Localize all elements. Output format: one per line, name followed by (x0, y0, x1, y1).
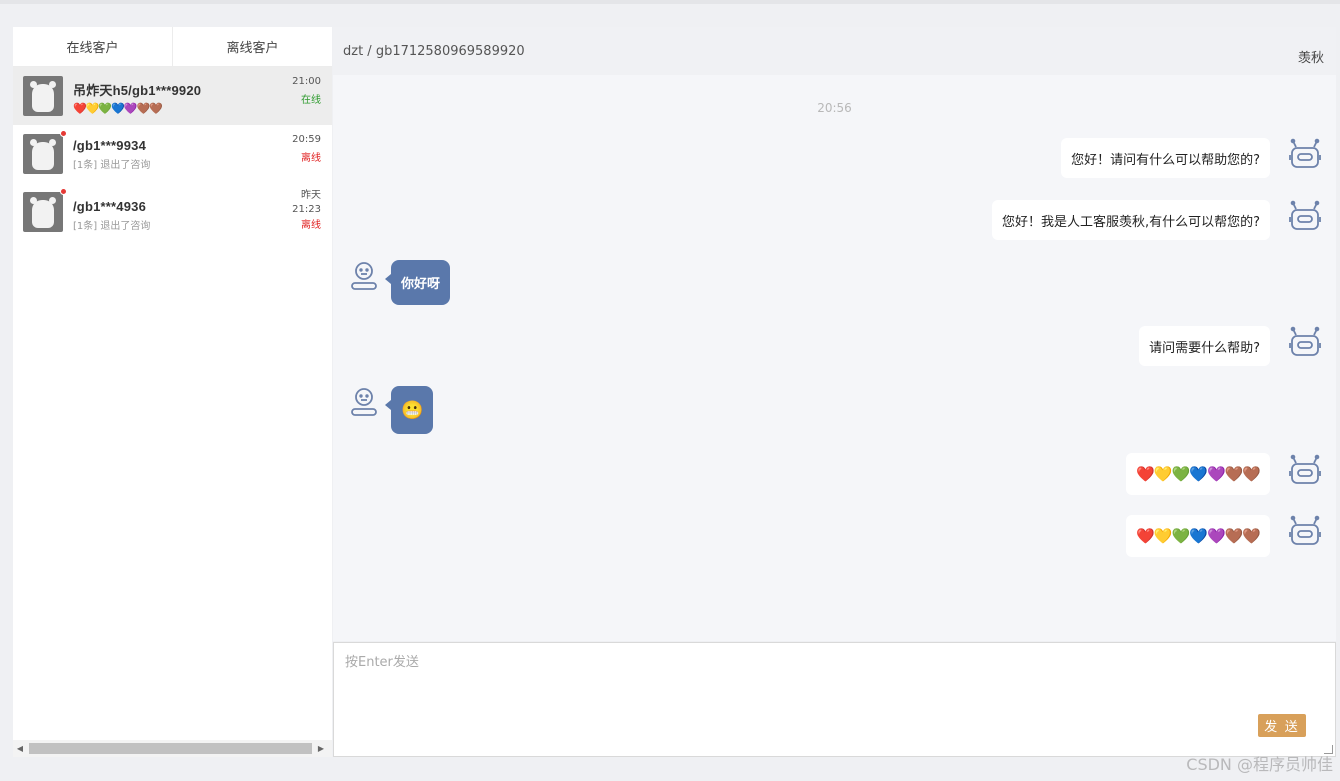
robot-icon (1289, 454, 1321, 484)
customer-list: 吊炸天h5/gb1***9920 ❤️💛💚💙💜🤎🤎 21:00 在线 /gb1*… (13, 67, 332, 257)
status-badge: 在线 (301, 95, 321, 106)
customer-item[interactable]: /gb1***9934 [1条] 退出了咨询 20:59 离线 (13, 125, 332, 183)
last-message-time: 20:59 (292, 134, 321, 145)
customer-name: /gb1***4936 (73, 199, 147, 214)
last-message-time: 21:00 (292, 76, 321, 87)
tab-online-customers[interactable]: 在线客户 (13, 27, 172, 66)
message-input-area: 发 送 (333, 642, 1336, 757)
chat-title: dzt / gb1712580969589920 (343, 43, 525, 59)
top-border (0, 0, 1340, 4)
send-button[interactable]: 发 送 (1258, 714, 1306, 737)
agent-message-bubble: 您好！请问有什么可以帮助您的? (1061, 138, 1270, 178)
customer-name: /gb1***9934 (73, 138, 147, 153)
agent-message-bubble: ❤️💛💚💙💜🤎🤎 (1126, 453, 1270, 495)
user-icon (351, 262, 377, 290)
watermark: CSDN @程序员帅佳 (1186, 755, 1333, 774)
robot-icon (1289, 326, 1321, 356)
tab-offline-customers[interactable]: 离线客户 (172, 27, 332, 66)
robot-icon (1289, 515, 1321, 545)
user-icon (351, 388, 377, 416)
agent-message-bubble: ❤️💛💚💙💜🤎🤎 (1126, 515, 1270, 557)
last-message-preview: [1条] 退出了咨询 (73, 221, 151, 232)
status-badge: 离线 (301, 153, 321, 164)
message-input[interactable] (334, 643, 1335, 756)
robot-icon (1289, 138, 1321, 168)
unread-dot (60, 188, 67, 195)
user-message-bubble: 你好呀 (384, 260, 451, 305)
last-message-date: 昨天 (301, 190, 321, 201)
last-message-time: 21:23 (292, 204, 321, 215)
user-message-bubble: 😬 (384, 386, 434, 434)
agent-message-bubble: 请问需要什么帮助? (1139, 326, 1270, 366)
horizontal-scrollbar[interactable]: ◀ ▶ (13, 740, 332, 757)
scrollbar-thumb[interactable] (29, 743, 312, 754)
avatar (23, 134, 63, 174)
customer-tabs: 在线客户 离线客户 (13, 27, 332, 67)
arrow-right-icon[interactable]: ▶ (314, 744, 328, 753)
agent-name: 羡秋 (1297, 50, 1324, 66)
avatar (23, 192, 63, 232)
customer-item[interactable]: /gb1***4936 [1条] 退出了咨询 昨天 21:23 离线 (13, 183, 332, 257)
agent-message-bubble: 您好！我是人工客服羡秋,有什么可以帮您的? (991, 200, 1270, 240)
last-message-preview: ❤️💛💚💙💜🤎🤎 (73, 102, 163, 115)
robot-icon (1289, 200, 1321, 230)
chat-panel: dzt / gb1712580969589920 羡秋 20:56 您好！请问有… (333, 27, 1336, 641)
message-timestamp: 20:56 (817, 101, 852, 115)
customer-item[interactable]: 吊炸天h5/gb1***9920 ❤️💛💚💙💜🤎🤎 21:00 在线 (13, 67, 332, 125)
last-message-preview: [1条] 退出了咨询 (73, 160, 151, 171)
status-badge: 离线 (301, 220, 321, 231)
avatar (23, 76, 63, 116)
chat-header: dzt / gb1712580969589920 羡秋 (333, 27, 1336, 75)
customer-name: 吊炸天h5/gb1***9920 (73, 83, 202, 98)
arrow-left-icon[interactable]: ◀ (13, 744, 27, 753)
unread-dot (60, 130, 67, 137)
customer-panel: 在线客户 离线客户 吊炸天h5/gb1***9920 ❤️💛💚💙💜🤎🤎 21:0… (13, 27, 332, 757)
